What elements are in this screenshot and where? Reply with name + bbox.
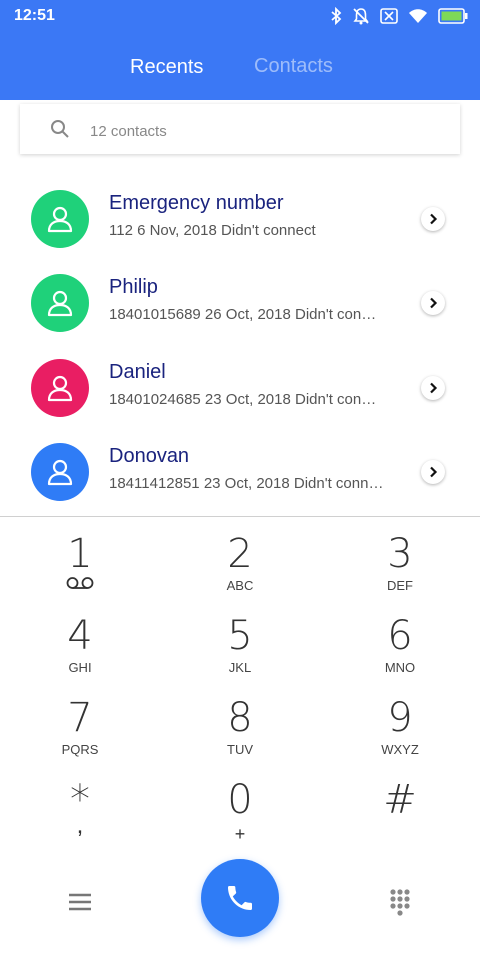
contact-details-button[interactable] [421, 207, 445, 231]
key-digit: 6 [387, 613, 413, 659]
notifications-off-icon [352, 7, 370, 25]
person-icon [47, 375, 73, 402]
search-bar[interactable] [20, 104, 460, 154]
avatar [31, 359, 89, 417]
key-letters: WXYZ [381, 742, 419, 757]
key-digit: 4 [67, 613, 93, 659]
call-detail: 18401024685 23 Oct, 2018 Didn't connect [109, 391, 384, 408]
key-digit: 2 [227, 531, 253, 577]
dialpad-key-5[interactable]: 5 JKL [160, 602, 320, 684]
dialpad-key-star[interactable]: * , [0, 766, 160, 848]
dialpad-key-3[interactable]: 3 DEF [320, 520, 480, 602]
key-digit: 1 [67, 531, 93, 577]
recent-call-item[interactable]: Donovan 18411412851 23 Oct, 2018 Didn't … [0, 427, 480, 511]
key-digit: 7 [67, 695, 93, 741]
key-digit: 9 [387, 695, 413, 741]
status-time: 12:51 [14, 7, 55, 24]
sim-icon [380, 8, 398, 24]
phone-icon [228, 886, 252, 910]
key-letters: MNO [384, 660, 416, 675]
contact-details-button[interactable] [421, 291, 445, 315]
chevron-right-icon [430, 297, 438, 309]
dialpad-toggle-button[interactable] [384, 886, 416, 920]
dialpad-key-6[interactable]: 6 MNO [320, 602, 480, 684]
contact-name: Philip [109, 276, 158, 298]
key-letters: JKL [228, 660, 252, 675]
call-detail: 112 6 Nov, 2018 Didn't connect [109, 222, 316, 239]
avatar [31, 190, 89, 248]
recent-call-item[interactable]: Daniel 18401024685 23 Oct, 2018 Didn't c… [0, 343, 480, 427]
key-digit: 3 [387, 531, 413, 577]
key-digit: 5 [227, 613, 253, 659]
divider [0, 516, 480, 517]
status-icons [330, 6, 468, 26]
chevron-right-icon [430, 213, 438, 225]
key-letters: GHI [68, 660, 92, 675]
avatar [31, 443, 89, 501]
key-letters: DEF [387, 578, 413, 593]
wifi-icon [408, 8, 428, 24]
dialpad-key-0[interactable]: 0 + [160, 766, 320, 848]
search-input[interactable] [88, 119, 432, 143]
contact-details-button[interactable] [421, 376, 445, 400]
key-letters: ABC [226, 578, 254, 593]
contact-name: Daniel [109, 361, 166, 383]
header: Recents Contacts [0, 32, 480, 100]
call-button[interactable] [201, 859, 279, 937]
person-icon [47, 206, 73, 233]
dialpad-key-7[interactable]: 7 PQRS [0, 684, 160, 766]
key-digit: 8 [227, 695, 253, 741]
contact-name: Emergency number [109, 192, 284, 214]
dialpad-key-2[interactable]: 2 ABC [160, 520, 320, 602]
recent-call-item[interactable]: Philip 18401015689 26 Oct, 2018 Didn't c… [0, 258, 480, 342]
key-letters: PQRS [61, 742, 99, 757]
avatar [31, 274, 89, 332]
key-digit: 0 [227, 777, 253, 823]
key-letters: TUV [227, 742, 253, 757]
key-digit: # [383, 777, 417, 823]
key-letters: + [234, 824, 246, 844]
chevron-right-icon [430, 466, 438, 478]
dialpad-key-4[interactable]: 4 GHI [0, 602, 160, 684]
recent-call-item[interactable]: Emergency number 112 6 Nov, 2018 Didn't … [0, 174, 480, 258]
dialpad-key-1[interactable]: 1 [0, 520, 160, 602]
battery-icon [438, 8, 468, 24]
dialpad-key-9[interactable]: 9 WXYZ [320, 684, 480, 766]
search-icon [50, 119, 70, 144]
call-detail: 18401015689 26 Oct, 2018 Didn't connect [109, 306, 384, 323]
menu-button[interactable] [64, 886, 96, 918]
voicemail-icon [66, 576, 94, 595]
menu-icon [69, 893, 91, 911]
bluetooth-icon [330, 7, 342, 25]
dialpad-icon [390, 889, 410, 916]
contact-details-button[interactable] [421, 460, 445, 484]
key-letters: , [76, 812, 84, 839]
tab-contacts[interactable]: Contacts [254, 55, 333, 78]
status-bar: 12:51 [0, 0, 480, 32]
dialpad-key-8[interactable]: 8 TUV [160, 684, 320, 766]
chevron-right-icon [430, 382, 438, 394]
tab-recents[interactable]: Recents [130, 56, 203, 79]
call-detail: 18411412851 23 Oct, 2018 Didn't connect [109, 475, 384, 492]
contact-name: Donovan [109, 445, 190, 467]
person-icon [47, 290, 73, 317]
person-icon [47, 459, 73, 486]
dialpad-key-hash[interactable]: # [320, 766, 480, 848]
